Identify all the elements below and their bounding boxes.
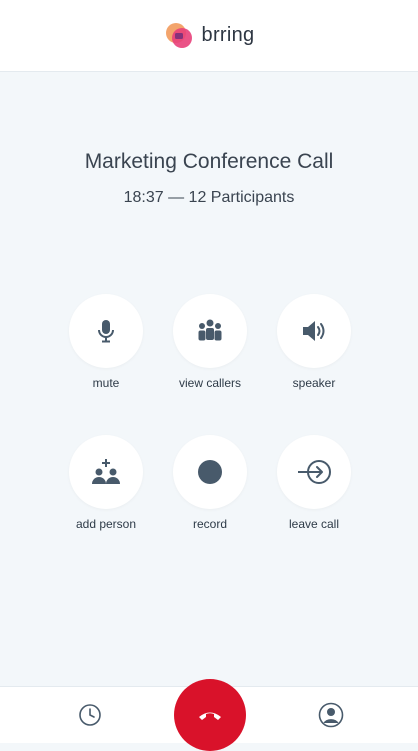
app-header: brring xyxy=(0,0,418,72)
record-label: record xyxy=(192,517,227,531)
end-call-icon xyxy=(199,712,221,720)
call-subtitle: 18:37 — 12 Participants xyxy=(123,189,295,206)
record-action[interactable]: record xyxy=(173,435,247,531)
leave-call-icon xyxy=(298,460,331,484)
speaker-icon xyxy=(303,321,325,341)
leave-call-button[interactable] xyxy=(277,435,351,509)
brring-logo-icon xyxy=(164,21,194,51)
record-icon xyxy=(198,460,222,484)
people-group-icon xyxy=(198,319,222,341)
profile-button[interactable] xyxy=(317,701,345,729)
mute-action[interactable]: mute xyxy=(69,294,143,390)
leave-call-label: leave call xyxy=(288,517,340,531)
mute-label: mute xyxy=(92,376,120,390)
add-person-label: add person xyxy=(75,517,137,531)
profile-icon xyxy=(318,702,344,728)
microphone-icon xyxy=(98,320,114,343)
add-person-button[interactable] xyxy=(69,435,143,509)
view-callers-button[interactable] xyxy=(173,294,247,368)
speaker-label: speaker xyxy=(292,376,336,390)
add-person-icon xyxy=(92,459,120,484)
speaker-button[interactable] xyxy=(277,294,351,368)
brring-logo: brring xyxy=(164,21,255,51)
view-callers-action[interactable]: view callers xyxy=(173,294,247,390)
leave-call-action[interactable]: leave call xyxy=(277,435,351,531)
call-title: Marketing Conference Call xyxy=(84,150,334,173)
history-button[interactable] xyxy=(76,701,104,729)
mute-button[interactable] xyxy=(69,294,143,368)
history-clock-icon xyxy=(79,704,101,726)
speaker-action[interactable]: speaker xyxy=(277,294,351,390)
record-button[interactable] xyxy=(173,435,247,509)
call-actions-grid: mute view callers speaker add person rec… xyxy=(69,294,351,531)
app-name: brring xyxy=(201,24,255,46)
end-call-button[interactable] xyxy=(174,679,246,751)
add-person-action[interactable]: add person xyxy=(69,435,143,531)
view-callers-label: view callers xyxy=(178,376,241,390)
